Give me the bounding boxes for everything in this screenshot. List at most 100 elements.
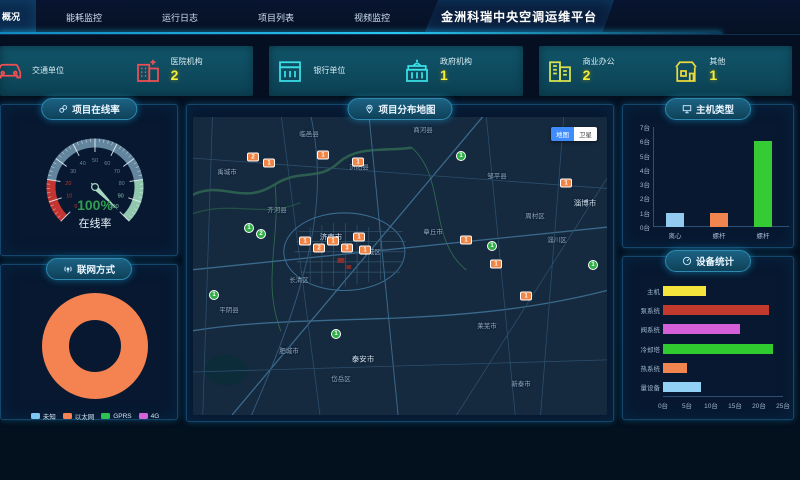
page-title: 金洲科瑞中央空调运维平台 — [441, 8, 597, 25]
map-label: 岱岳区 — [331, 373, 351, 383]
y-tick-label: 7台 — [640, 122, 650, 132]
map-marker[interactable]: 1 — [317, 151, 329, 160]
donut-legend: 未知以太网 GPRS 4G — [31, 411, 160, 421]
legend-item-4G[interactable]: 4G — [139, 411, 160, 421]
x-category-label: 离心 — [669, 230, 682, 240]
main-content: 项目在线率 0102030405060708090100 100% 在线率 联网… — [0, 104, 794, 420]
panel-network-title: 联网方式 — [46, 258, 132, 280]
gauge-chart: 0102030405060708090100 100% 在线率 — [7, 119, 183, 269]
legend-swatch — [139, 413, 148, 419]
stat-card-bank-government: 银行单位 政府机构 1 — [269, 46, 522, 96]
gauge-tick-label: 40 — [80, 161, 86, 167]
y-tick-label: 0台 — [640, 222, 650, 232]
map-canvas[interactable]: 禹城市临邑县商河县济阳县齐河县邹平县周村区淄川区章丘市济南市历城区长清区平阴县肥… — [193, 117, 607, 415]
map-label: 临邑县 — [299, 128, 319, 138]
stat-hospital: 医院机构 2 — [127, 56, 254, 86]
map-marker[interactable]: 1 — [244, 223, 254, 233]
stat-label: 银行单位 — [313, 66, 345, 76]
map-marker[interactable]: 1 — [490, 260, 502, 269]
y-tick-label: 2台 — [640, 193, 650, 203]
car-icon — [0, 56, 24, 86]
map-marker[interactable]: 2 — [313, 244, 325, 253]
panel-device-stats: 设备统计 0台5台10台15台20台25台主机泵系统阀系统冷却塔热系统量设备 — [622, 256, 794, 420]
panel-host-title: 主机类型 — [665, 98, 751, 120]
row-label-主机: 主机 — [647, 286, 660, 296]
gauge-tick-label: 80 — [119, 181, 125, 187]
map-marker[interactable]: 1 — [560, 179, 572, 188]
stats-row: 交通单位 医院机构 2 银行单位 — [0, 46, 792, 96]
row-label-热系统: 热系统 — [641, 363, 661, 373]
x-tick-label: 25台 — [776, 400, 790, 410]
stat-government: 政府机构 1 — [396, 56, 523, 86]
row-label-阀系统: 阀系统 — [641, 324, 661, 334]
speedometer-icon — [682, 256, 692, 266]
map-marker[interactable]: 1 — [520, 292, 532, 301]
map-marker[interactable]: 1 — [460, 236, 472, 245]
bar-冷却塔 — [663, 344, 773, 354]
tab-overview[interactable]: 概况 — [0, 0, 36, 34]
stat-label: 医院机构 — [171, 57, 203, 67]
map-marker[interactable]: 1 — [352, 158, 364, 167]
tab-energy[interactable]: 能耗监控 — [50, 0, 118, 34]
gauge-label: 在线率 — [7, 215, 183, 231]
x-tick-label: 10台 — [704, 400, 718, 410]
panel-project-map: 项目分布地图 — [186, 104, 614, 422]
map-label: 周村区 — [525, 210, 545, 220]
donut-ring — [42, 293, 148, 399]
tab-projects[interactable]: 项目列表 — [242, 0, 310, 34]
stat-label: 政府机构 — [440, 57, 472, 67]
bar-离心 — [666, 213, 684, 227]
map-marker[interactable]: 1 — [353, 233, 365, 242]
map-marker[interactable]: 1 — [359, 246, 371, 255]
satellite-mode-button[interactable]: 卫星 — [574, 127, 597, 141]
map-marker[interactable]: 1 — [456, 151, 466, 161]
map-marker[interactable]: 2 — [247, 153, 259, 162]
legend-item-GPRS[interactable]: GPRS — [101, 411, 131, 421]
tab-video[interactable]: 视频监控 — [338, 0, 406, 34]
gauge-value: 100% — [7, 197, 183, 213]
x-category-label: 螺杆 — [757, 230, 770, 240]
map-pin-icon — [364, 104, 374, 114]
y-tick-label: 1台 — [640, 208, 650, 218]
map-mode-button[interactable]: 地图 — [551, 127, 574, 141]
map-marker[interactable]: 1 — [331, 329, 341, 339]
panel-host-type: 主机类型 0台1台2台3台4台5台6台7台离心螺杆螺杆 — [622, 104, 794, 248]
legend-swatch — [101, 413, 110, 419]
stat-label: 交通单位 — [32, 66, 64, 76]
nav-tabs: 能耗监控 运行日志 项目列表 视频监控 — [36, 0, 420, 34]
y-tick-label: 3台 — [640, 179, 650, 189]
left-column: 项目在线率 0102030405060708090100 100% 在线率 联网… — [0, 104, 178, 420]
stat-card-transport-hospital: 交通单位 医院机构 2 — [0, 46, 253, 96]
legend-swatch — [31, 413, 40, 419]
bar-螺杆 — [710, 213, 728, 227]
stat-other: 其他 1 — [665, 56, 792, 86]
map-marker[interactable]: 1 — [588, 260, 598, 270]
y-axis — [653, 127, 654, 227]
map-marker[interactable]: 3 — [341, 244, 353, 253]
tab-logs[interactable]: 运行日志 — [146, 0, 214, 34]
map-label: 平阴县 — [219, 304, 239, 314]
row-label-冷却塔: 冷却塔 — [641, 344, 661, 354]
legend-item-未知[interactable]: 未知 — [31, 411, 56, 421]
map-marker[interactable]: 1 — [263, 159, 275, 168]
map-marker[interactable]: 1 — [487, 241, 497, 251]
map-label: 淄川区 — [547, 234, 567, 244]
legend-swatch — [63, 413, 72, 419]
x-tick-label: 5台 — [682, 400, 692, 410]
gauge-tick-label: 20 — [65, 181, 71, 187]
government-icon — [402, 56, 432, 86]
legend-item-以太网[interactable]: 以太网 — [63, 411, 95, 421]
gauge-tick-label: 30 — [70, 169, 76, 175]
map-marker[interactable]: 1 — [327, 237, 339, 246]
link-icon — [58, 104, 68, 114]
bar-泵系统 — [663, 305, 769, 315]
map-marker[interactable]: 2 — [256, 229, 266, 239]
x-axis — [663, 396, 783, 397]
y-tick-label: 5台 — [640, 151, 650, 161]
top-nav: 概况 能耗监控 运行日志 项目列表 视频监控 金洲科瑞中央空调运维平台 — [0, 0, 800, 35]
map-marker[interactable]: 1 — [299, 237, 311, 246]
legend-label: 4G — [151, 413, 160, 420]
bar-螺杆 — [754, 141, 772, 227]
row-label-量设备: 量设备 — [641, 382, 661, 392]
map-marker[interactable]: 1 — [209, 290, 219, 300]
